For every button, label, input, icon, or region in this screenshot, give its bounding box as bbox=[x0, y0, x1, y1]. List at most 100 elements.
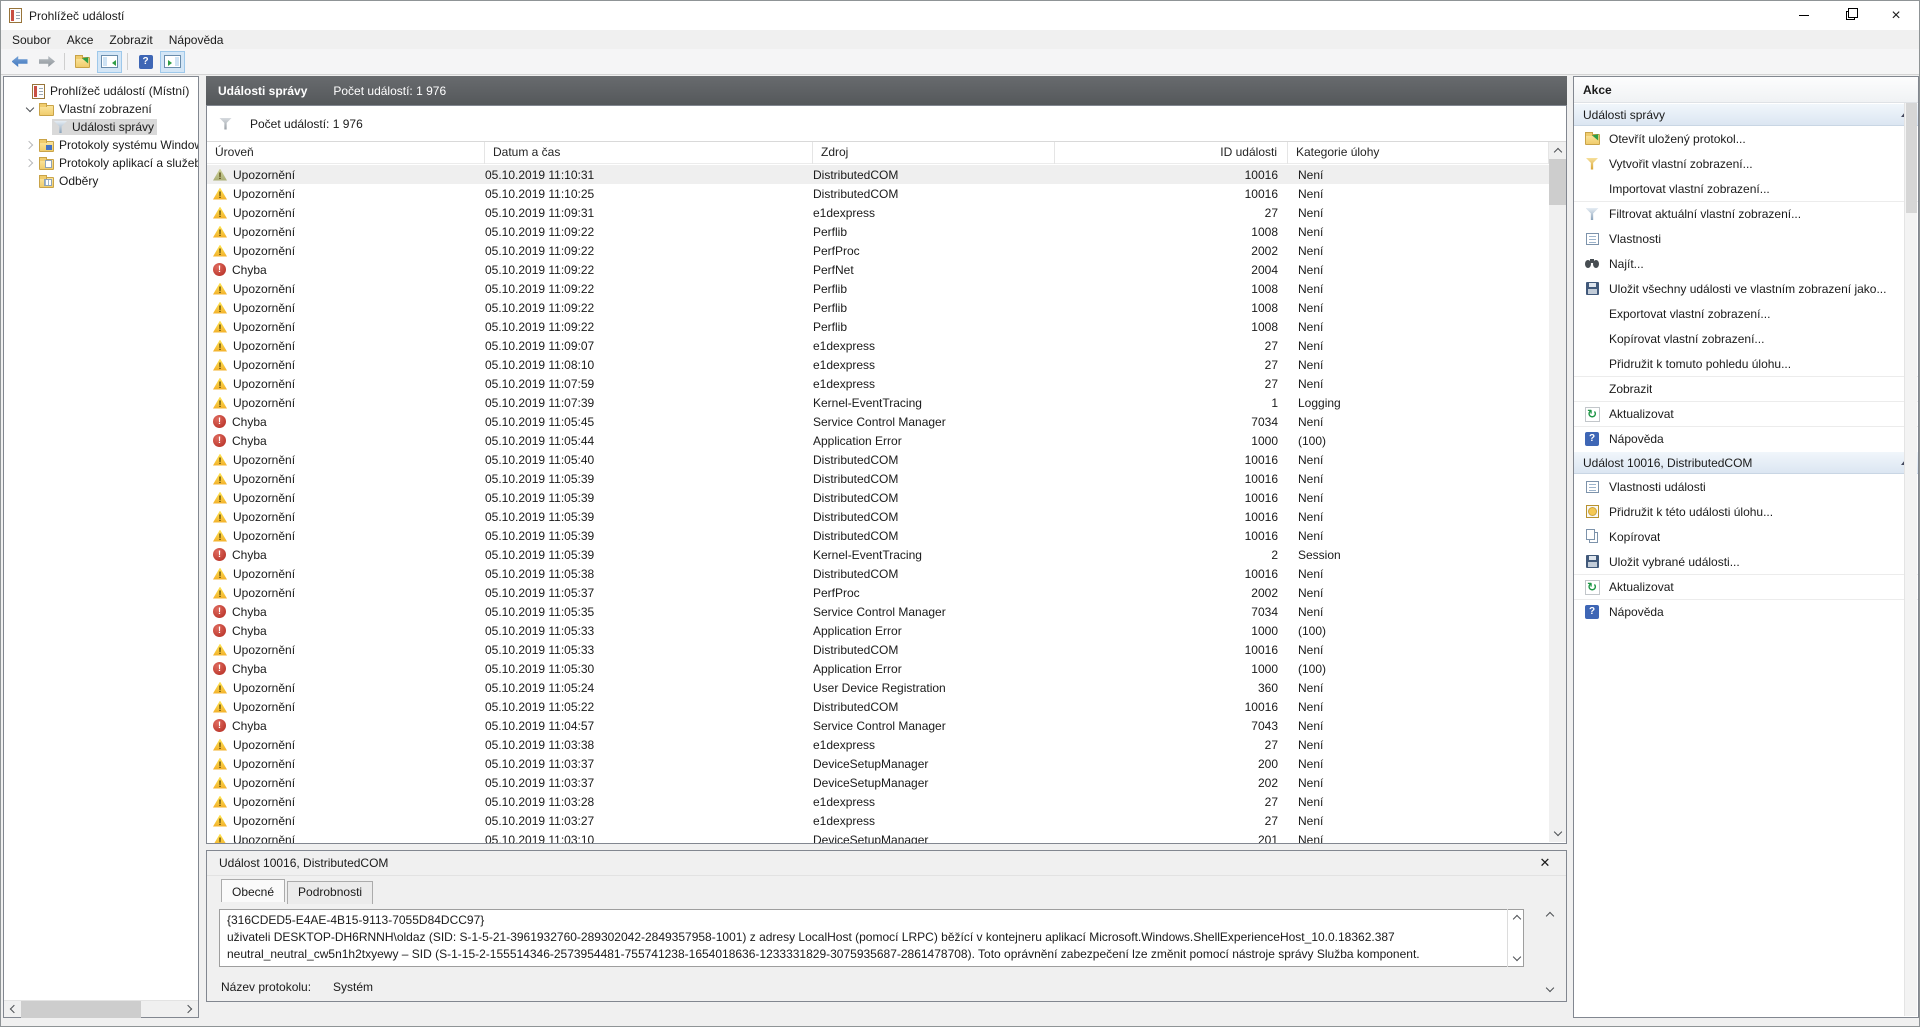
action-filtrovat-aktu-ln-vlastn-zobrazen[interactable]: Filtrovat aktuální vlastní zobrazení... bbox=[1574, 201, 1918, 226]
table-row[interactable]: ! Chyba 05.10.2019 11:05:33 Application Err… bbox=[207, 621, 1549, 640]
table-row[interactable]: ! Chyba 05.10.2019 11:09:22 PerfNet 2004 Není bbox=[207, 260, 1549, 279]
forward-button[interactable] bbox=[34, 51, 59, 73]
menu-nápověda[interactable]: Nápověda bbox=[161, 31, 232, 49]
action-importovat-vlastn-zobrazen[interactable]: Importovat vlastní zobrazení... bbox=[1574, 176, 1918, 201]
table-row[interactable]: ! Upozornění 05.10.2019 11:10:25 Distribute… bbox=[207, 184, 1549, 203]
column-header-5[interactable]: Kategorie úlohy bbox=[1288, 142, 1549, 164]
tab-obecné[interactable]: Obecné bbox=[221, 879, 286, 902]
menu-zobrazit[interactable]: Zobrazit bbox=[101, 31, 160, 49]
action-otev-t-ulo-en-protokol[interactable]: Otevřít uložený protokol... bbox=[1574, 126, 1918, 151]
table-row[interactable]: ! Upozornění 05.10.2019 11:07:59 e1dexpress… bbox=[207, 374, 1549, 393]
table-row[interactable]: ! Upozornění 05.10.2019 11:05:37 PerfProc 20… bbox=[207, 583, 1549, 602]
scroll-left-button[interactable] bbox=[4, 1001, 21, 1018]
table-row[interactable]: ! Upozornění 05.10.2019 11:09:31 e1dexpress… bbox=[207, 203, 1549, 222]
table-row[interactable]: ! Upozornění 05.10.2019 11:05:39 Distribute… bbox=[207, 507, 1549, 526]
tree-item-odb-ry[interactable]: Odběry bbox=[4, 172, 198, 190]
open-saved-log-button[interactable] bbox=[70, 51, 95, 73]
table-row[interactable]: ! Chyba 05.10.2019 11:04:57 Service Control… bbox=[207, 716, 1549, 735]
details-pane-scrollbar[interactable] bbox=[1541, 907, 1558, 997]
tree-expander[interactable] bbox=[23, 103, 37, 114]
actions-section-header[interactable]: Události správy bbox=[1574, 103, 1918, 126]
scroll-up-button[interactable] bbox=[1508, 910, 1525, 925]
action-kop-rovat-vlastn-zobrazen[interactable]: Kopírovat vlastní zobrazení... bbox=[1574, 326, 1918, 351]
tree-item-prohl-e-ud-lost-m-stn-[interactable]: Prohlížeč událostí (Místní) bbox=[4, 82, 198, 100]
table-row[interactable]: ! Chyba 05.10.2019 11:05:44 Application Err… bbox=[207, 431, 1549, 450]
table-row[interactable]: ! Upozornění 05.10.2019 11:03:27 e1dexpress… bbox=[207, 811, 1549, 830]
menu-soubor[interactable]: Soubor bbox=[4, 31, 59, 49]
action-ulo-it-vybran-ud-losti[interactable]: Uložit vybrané události... bbox=[1574, 549, 1918, 574]
action-n-pov-da[interactable]: ? Nápověda bbox=[1574, 599, 1918, 624]
table-row[interactable]: ! Upozornění 05.10.2019 11:05:22 Distribute… bbox=[207, 697, 1549, 716]
show-hide-action-pane-button[interactable] bbox=[160, 50, 185, 73]
action-naj-t[interactable]: Najít... bbox=[1574, 251, 1918, 276]
table-row[interactable]: ! Chyba 05.10.2019 11:05:30 Application Err… bbox=[207, 659, 1549, 678]
table-row[interactable]: ! Upozornění 05.10.2019 11:03:38 e1dexpress… bbox=[207, 735, 1549, 754]
tree-item-protokoly-aplikac-a-slu-eb[interactable]: Protokoly aplikací a služeb bbox=[4, 154, 198, 172]
table-row[interactable]: ! Upozornění 05.10.2019 11:09:22 Perflib 100… bbox=[207, 298, 1549, 317]
tree-expander[interactable] bbox=[23, 140, 37, 150]
table-row[interactable]: ! Upozornění 05.10.2019 11:05:33 Distribute… bbox=[207, 640, 1549, 659]
restore-button[interactable] bbox=[1827, 1, 1873, 30]
scroll-down-button[interactable] bbox=[1508, 951, 1525, 966]
scroll-up-button[interactable] bbox=[1549, 142, 1566, 159]
table-row[interactable]: ! Upozornění 05.10.2019 11:05:39 Distribute… bbox=[207, 469, 1549, 488]
table-row[interactable]: ! Upozornění 05.10.2019 11:09:22 Perflib 100… bbox=[207, 222, 1549, 241]
table-row[interactable]: ! Upozornění 05.10.2019 11:05:24 User Devic… bbox=[207, 678, 1549, 697]
table-row[interactable]: ! Upozornění 05.10.2019 11:08:10 e1dexpress… bbox=[207, 355, 1549, 374]
table-row[interactable]: ! Upozornění 05.10.2019 11:09:07 e1dexpress… bbox=[207, 336, 1549, 355]
column-header-1[interactable]: Úroveň bbox=[207, 142, 485, 164]
help-button[interactable]: ? bbox=[133, 51, 158, 73]
action-exportovat-vlastn-zobrazen[interactable]: Exportovat vlastní zobrazení... bbox=[1574, 301, 1918, 326]
action-ulo-it-v-echny-ud-losti-ve-vlastn-m-zobrazen-jako[interactable]: Uložit všechny události ve vlastním zobr… bbox=[1574, 276, 1918, 301]
table-row[interactable]: ! Upozornění 05.10.2019 11:05:39 Distribute… bbox=[207, 488, 1549, 507]
details-close-button[interactable]: ✕ bbox=[1536, 855, 1554, 871]
table-row[interactable]: ! Upozornění 05.10.2019 11:05:40 Distribute… bbox=[207, 450, 1549, 469]
tree-expander[interactable] bbox=[23, 158, 37, 168]
show-hide-console-tree-button[interactable] bbox=[97, 50, 122, 73]
action-p-idru-it-k-tomuto-pohledu-lohu[interactable]: Přidružit k tomuto pohledu úlohu... bbox=[1574, 351, 1918, 376]
table-row[interactable]: ! Upozornění 05.10.2019 11:07:39 Kernel-Eve… bbox=[207, 393, 1549, 412]
table-row[interactable]: ! Upozornění 05.10.2019 11:10:31 Distribute… bbox=[207, 165, 1549, 184]
action-aktualizovat[interactable]: ↻ Aktualizovat bbox=[1574, 574, 1918, 599]
scrollbar-thumb[interactable] bbox=[21, 1000, 141, 1018]
scrollbar-thumb[interactable] bbox=[1549, 159, 1566, 205]
column-header-4[interactable]: ID události bbox=[1055, 142, 1288, 164]
event-description-text[interactable]: {316CDED5-E4AE-4B15-9113-7055D84DCC97} už… bbox=[219, 909, 1524, 967]
action-vlastnosti[interactable]: Vlastnosti bbox=[1574, 226, 1918, 251]
tree-item-protokoly-syst-mu-windows[interactable]: Protokoly systému Windows bbox=[4, 136, 198, 154]
action-vlastnosti-ud-losti[interactable]: Vlastnosti události bbox=[1574, 474, 1918, 499]
close-button[interactable]: × bbox=[1873, 1, 1919, 30]
description-scrollbar[interactable] bbox=[1507, 909, 1524, 967]
actions-pane-scrollbar[interactable] bbox=[1904, 103, 1917, 1016]
table-row[interactable]: ! Upozornění 05.10.2019 11:03:37 DeviceSetu… bbox=[207, 773, 1549, 792]
column-header-2[interactable]: Datum a čas bbox=[485, 142, 813, 164]
table-row[interactable]: ! Upozornění 05.10.2019 11:03:28 e1dexpress… bbox=[207, 792, 1549, 811]
scroll-up-button[interactable] bbox=[1541, 907, 1558, 922]
action-p-idru-it-k-t-to-ud-losti-lohu[interactable]: Přidružit k této události úlohu... bbox=[1574, 499, 1918, 524]
table-row[interactable]: ! Chyba 05.10.2019 11:05:45 Service Control… bbox=[207, 412, 1549, 431]
scrollbar-thumb[interactable] bbox=[1906, 103, 1917, 213]
actions-section-header[interactable]: Událost 10016, DistributedCOM bbox=[1574, 451, 1918, 474]
tree-item-vlastn-zobrazen-[interactable]: Vlastní zobrazení bbox=[4, 100, 198, 118]
back-button[interactable] bbox=[7, 51, 32, 73]
tree-horizontal-scrollbar[interactable] bbox=[4, 1000, 198, 1018]
menu-akce[interactable]: Akce bbox=[59, 31, 102, 49]
table-row[interactable]: ! Upozornění 05.10.2019 11:03:37 DeviceSetu… bbox=[207, 754, 1549, 773]
table-row[interactable]: ! Upozornění 05.10.2019 11:05:38 Distribute… bbox=[207, 564, 1549, 583]
tree-item-ud-losti-spr-vy[interactable]: Události správy bbox=[4, 118, 198, 136]
table-row[interactable]: ! Upozornění 05.10.2019 11:09:22 PerfProc 20… bbox=[207, 241, 1549, 260]
table-row[interactable]: ! Upozornění 05.10.2019 11:09:22 Perflib 100… bbox=[207, 317, 1549, 336]
action-kop-rovat[interactable]: Kopírovat bbox=[1574, 524, 1918, 549]
table-row[interactable]: ! Upozornění 05.10.2019 11:05:39 Distribute… bbox=[207, 526, 1549, 545]
table-row[interactable]: ! Upozornění 05.10.2019 11:03:10 DeviceSetu… bbox=[207, 830, 1549, 843]
scroll-down-button[interactable] bbox=[1541, 982, 1558, 997]
table-row[interactable]: ! Chyba 05.10.2019 11:05:39 Kernel-EventTra… bbox=[207, 545, 1549, 564]
minimize-button[interactable] bbox=[1781, 1, 1827, 30]
action-vytvo-it-vlastn-zobrazen[interactable]: Vytvořit vlastní zobrazení... bbox=[1574, 151, 1918, 176]
tab-podrobnosti[interactable]: Podrobnosti bbox=[287, 881, 374, 904]
action-aktualizovat[interactable]: ↻ Aktualizovat bbox=[1574, 401, 1918, 426]
column-header-3[interactable]: Zdroj bbox=[813, 142, 1055, 164]
scroll-right-button[interactable] bbox=[181, 1001, 198, 1018]
table-row[interactable]: ! Upozornění 05.10.2019 11:09:22 Perflib 100… bbox=[207, 279, 1549, 298]
table-row[interactable]: ! Chyba 05.10.2019 11:05:35 Service Control… bbox=[207, 602, 1549, 621]
